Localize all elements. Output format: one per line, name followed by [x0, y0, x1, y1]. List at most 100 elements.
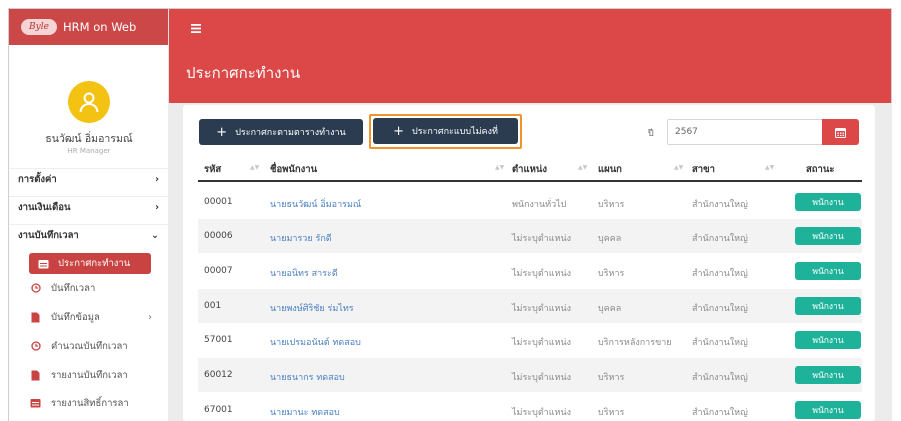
column-header-branch[interactable]: สาขา	[692, 162, 715, 177]
sidebar-item-time-calculation[interactable]: คำนวณบันทึกเวลา	[29, 336, 169, 356]
clock-icon	[29, 341, 42, 351]
table-row[interactable]: 60012 นายธนากร ทดสอบ ไม่ระบุตำแหน่ง บริหาร ส…	[198, 358, 862, 392]
cell-branch: สำนักงานใหญ่	[692, 234, 748, 244]
cell-code: 67001	[204, 405, 233, 415]
sidebar: Byle HRM on Web ธนวัฒน์ อิ่มอารมณ์ HR Ma…	[9, 9, 169, 421]
employee-name-link[interactable]: นายมารวย รักดี	[270, 231, 332, 245]
app-name[interactable]: HRM on Web	[63, 20, 136, 34]
chevron-right-icon: ›	[155, 202, 159, 213]
calendar-icon	[29, 398, 42, 408]
button-label: ประกาศกะตามตารางทำงาน	[235, 128, 346, 138]
employee-name-link[interactable]: นายมานะ ทดสอบ	[270, 405, 340, 419]
cell-code: 00007	[204, 266, 233, 276]
sidebar-item-label: บันทึกข้อมูล	[51, 311, 100, 323]
cell-code: 00001	[204, 197, 233, 207]
sidebar-item-label: คำนวณบันทึกเวลา	[51, 340, 128, 352]
nav-section-label: งานเงินเดือน	[18, 202, 71, 213]
table-row[interactable]: 67001 นายมานะ ทดสอบ ไม่ระบุตำแหน่ง บริหาร สำ…	[198, 393, 862, 421]
status-badge: พนักงาน	[795, 297, 861, 315]
column-header-status[interactable]: สถานะ	[806, 162, 834, 177]
status-badge: พนักงาน	[795, 331, 861, 349]
nav-section-settings[interactable]: การตั้งค่า ›	[9, 168, 169, 190]
cell-code: 00006	[204, 231, 233, 241]
cell-branch: สำนักงานใหญ่	[692, 373, 748, 383]
cell-position: ไม่ระบุตำแหน่ง	[512, 269, 572, 279]
sort-icon[interactable]: ▲▼	[495, 164, 504, 171]
sidebar-item-data-entry[interactable]: บันทึกข้อมูล ›	[29, 307, 169, 327]
sort-icon[interactable]: ▲▼	[765, 164, 774, 171]
cell-position: ไม่ระบุตำแหน่ง	[512, 338, 572, 348]
year-picker-button[interactable]	[822, 119, 859, 145]
employee-name-link[interactable]: นายธนากร ทดสอบ	[270, 370, 345, 384]
clock-icon	[29, 283, 42, 293]
employee-name-link[interactable]: นายอนิทร สาระดี	[270, 266, 338, 280]
status-badge: พนักงาน	[795, 262, 861, 280]
table-header: รหัส ▲▼ ชื่อพนักงาน ▲▼ ตำแหน่ง ▲▼ แผนก ▲…	[198, 155, 862, 182]
sidebar-item-label: ประกาศกะทำงาน	[58, 258, 131, 269]
announce-by-schedule-button[interactable]: + ประกาศกะตามตารางทำงาน	[199, 119, 363, 145]
employee-name-link[interactable]: นายเปรมอนันต์ ทดสอบ	[270, 335, 361, 349]
cell-code: 57001	[204, 335, 233, 345]
year-value: 2567	[675, 127, 698, 137]
employee-name-link[interactable]: นายพงษ์ศิริชัย ร่มไทร	[270, 301, 354, 315]
sidebar-item-time-report[interactable]: รายงานบันทึกเวลา	[29, 365, 169, 385]
sidebar-item-label: รายงานสิทธิ์การลา	[51, 397, 129, 409]
nav-section-payroll[interactable]: งานเงินเดือน ›	[9, 196, 169, 218]
employee-name-link[interactable]: นายธนวัฒน์ อิ่มอารมณ์	[270, 197, 361, 211]
user-name: ธนวัฒน์ อิ่มอารมณ์	[45, 133, 133, 145]
calendar-icon	[38, 259, 49, 268]
table-row[interactable]: 00001 นายธนวัฒน์ อิ่มอารมณ์ พนักงานทั่วไป บ…	[198, 185, 862, 219]
plus-icon: +	[216, 124, 228, 140]
cell-department: บริหาร	[598, 408, 625, 418]
file-icon	[29, 312, 42, 323]
sidebar-item-time-record[interactable]: บันทึกเวลา	[29, 278, 169, 298]
sidebar-item-leave-report[interactable]: รายงานสิทธิ์การลา	[29, 393, 169, 413]
table-row[interactable]: 001 นายพงษ์ศิริชัย ร่มไทร ไม่ระบุตำแหน่ง บุ…	[198, 289, 862, 323]
sort-icon[interactable]: ▲▼	[250, 164, 259, 171]
nav-section-label: การตั้งค่า	[18, 174, 57, 185]
sort-icon[interactable]: ▲▼	[674, 164, 683, 171]
announce-irregular-button[interactable]: + ประกาศกะแบบไม่คงที่	[373, 118, 518, 144]
user-icon	[79, 92, 99, 113]
chevron-right-icon: ›	[148, 311, 152, 323]
sidebar-item-shift-announcement[interactable]: ประกาศกะทำงาน	[29, 253, 151, 274]
user-role: HR Manager	[67, 147, 111, 155]
cell-code: 001	[204, 301, 222, 311]
brand-logo[interactable]: Byle	[21, 19, 57, 35]
year-label: ปี	[648, 129, 654, 139]
column-header-code[interactable]: รหัส	[204, 162, 221, 177]
cell-branch: สำนักงานใหญ่	[692, 200, 748, 210]
table-row[interactable]: 00006 นายมารวย รักดี ไม่ระบุตำแหน่ง บุคคล สำ…	[198, 219, 862, 253]
cell-department: บริหาร	[598, 269, 625, 279]
page-title: ประกาศกะทำงาน	[186, 64, 301, 82]
status-badge: พนักงาน	[795, 193, 861, 211]
cell-branch: สำนักงานใหญ่	[692, 338, 748, 348]
cell-branch: สำนักงานใหญ่	[692, 304, 748, 314]
year-input[interactable]: 2567	[667, 119, 822, 145]
column-header-department[interactable]: แผนก	[598, 162, 622, 177]
avatar[interactable]	[68, 81, 110, 123]
cell-department: บุคคล	[598, 304, 622, 314]
header-bar: ประกาศกะทำงาน	[169, 9, 891, 104]
table-row[interactable]: 57001 นายเปรมอนันต์ ทดสอบ ไม่ระบุตำแหน่ง บร…	[198, 323, 862, 357]
button-label: ประกาศกะแบบไม่คงที่	[411, 127, 498, 137]
menu-icon[interactable]	[191, 23, 201, 36]
brand-bar: Byle HRM on Web	[9, 9, 168, 45]
cell-position: ไม่ระบุตำแหน่ง	[512, 408, 572, 418]
cell-position: พนักงานทั่วไป	[512, 200, 567, 210]
table-row[interactable]: 00007 นายอนิทร สาระดี ไม่ระบุตำแหน่ง บริหาร…	[198, 254, 862, 288]
nav-section-time-attendance[interactable]: งานบันทึกเวลา ⌄	[9, 224, 169, 246]
column-header-position[interactable]: ตำแหน่ง	[512, 162, 547, 177]
sidebar-item-label: รายงานบันทึกเวลา	[51, 369, 128, 381]
sort-icon[interactable]: ▲▼	[578, 164, 587, 171]
cell-branch: สำนักงานใหญ่	[692, 269, 748, 279]
cell-department: บริหาร	[598, 373, 625, 383]
chevron-right-icon: ›	[155, 174, 159, 185]
cell-branch: สำนักงานใหญ่	[692, 408, 748, 418]
sidebar-item-label: บันทึกเวลา	[51, 282, 96, 294]
calendar-icon	[835, 127, 846, 138]
cell-position: ไม่ระบุตำแหน่ง	[512, 373, 572, 383]
cell-position: ไม่ระบุตำแหน่ง	[512, 234, 572, 244]
cell-department: บุคคล	[598, 234, 622, 244]
column-header-name[interactable]: ชื่อพนักงาน	[270, 162, 317, 177]
